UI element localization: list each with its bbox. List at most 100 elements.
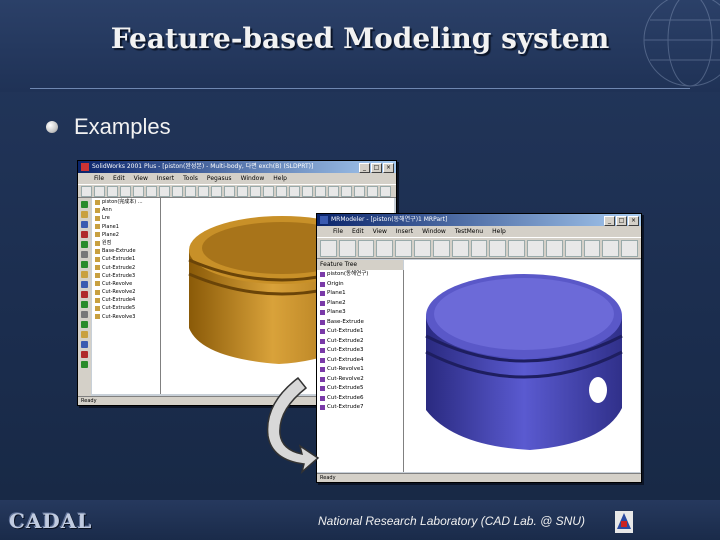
toolbar-button[interactable] — [320, 239, 337, 257]
tree-item[interactable]: Plane1 — [92, 223, 160, 231]
menu-item[interactable]: View — [134, 173, 148, 184]
tree-item[interactable]: Base-Extrude — [317, 318, 403, 328]
tree-item[interactable]: Cut-Revolve2 — [317, 375, 403, 385]
toolbar-button[interactable] — [508, 239, 526, 257]
minimize-button[interactable]: _ — [359, 163, 370, 173]
toolbar-button[interactable] — [328, 185, 339, 197]
toolbar-button[interactable] — [133, 185, 144, 197]
toolbar-button[interactable] — [224, 185, 235, 197]
menu-item[interactable]: TestMenu — [455, 226, 483, 237]
tool-icon[interactable] — [81, 321, 88, 328]
menu-item[interactable]: Tools — [183, 173, 198, 184]
menu-item[interactable]: Edit — [352, 226, 364, 237]
toolbar-button[interactable] — [621, 239, 639, 257]
toolbar-button[interactable] — [263, 185, 274, 197]
tree-item[interactable]: Cut-Extrude4 — [317, 356, 403, 366]
toolbar-button[interactable] — [395, 239, 413, 257]
toolbar-button[interactable] — [237, 185, 248, 197]
toolbar-button[interactable] — [376, 239, 394, 257]
tree-item[interactable]: Origin — [317, 280, 403, 290]
toolbar-button[interactable] — [564, 239, 582, 257]
tree-item[interactable]: 원점 — [92, 239, 160, 247]
menu-item[interactable]: Insert — [157, 173, 174, 184]
toolbar-button[interactable] — [583, 239, 601, 257]
minimize-button[interactable]: _ — [604, 216, 615, 226]
menu-item[interactable]: Insert — [396, 226, 413, 237]
toolbar-button[interactable] — [545, 239, 563, 257]
menu-item[interactable]: View — [373, 226, 387, 237]
tool-icon[interactable] — [81, 351, 88, 358]
toolbar-button[interactable] — [527, 239, 544, 257]
tree-item[interactable]: Cut-Extrude3 — [317, 346, 403, 356]
window-titlebar[interactable]: MRModeler - [piston(동해연구)1 MRPart] _ □ × — [317, 214, 641, 226]
tree-item[interactable]: Plane2 — [92, 231, 160, 239]
toolbar-button[interactable] — [81, 185, 92, 197]
tool-icon[interactable] — [81, 301, 88, 308]
toolbar-button[interactable] — [602, 239, 620, 257]
tree-item[interactable]: Cut-Revolve1 — [317, 365, 403, 375]
tree-item[interactable]: Cut-Extrude2 — [317, 337, 403, 347]
tree-item[interactable]: Plane3 — [317, 308, 403, 318]
tree-item[interactable]: Cut-Extrude2 — [92, 264, 160, 272]
menu-item[interactable]: Help — [273, 173, 287, 184]
tree-item[interactable]: Cut-Revolve — [92, 280, 160, 288]
menu-item[interactable]: Help — [492, 226, 506, 237]
tool-icon[interactable] — [81, 311, 88, 318]
toolbar-button[interactable] — [302, 185, 313, 197]
toolbar-button[interactable] — [367, 185, 378, 197]
menu-item[interactable]: Window — [241, 173, 265, 184]
toolbar-button[interactable] — [338, 239, 356, 257]
tool-icon[interactable] — [81, 281, 88, 288]
toolbar-button[interactable] — [211, 185, 222, 197]
tool-icon[interactable] — [81, 241, 88, 248]
maximize-button[interactable]: □ — [371, 163, 382, 173]
tool-icon[interactable] — [81, 341, 88, 348]
tool-icon[interactable] — [81, 291, 88, 298]
toolbar-button[interactable] — [94, 185, 105, 197]
toolbar-button[interactable] — [120, 185, 131, 197]
toolbar-button[interactable] — [451, 239, 469, 257]
tree-item[interactable]: Lre — [92, 214, 160, 222]
menu-item[interactable]: File — [94, 173, 104, 184]
tool-icon[interactable] — [81, 231, 88, 238]
menu-item[interactable]: Edit — [113, 173, 125, 184]
tool-icon[interactable] — [81, 211, 88, 218]
tree-item[interactable]: Cut-Extrude1 — [317, 327, 403, 337]
tool-icon[interactable] — [81, 331, 88, 338]
tree-item[interactable]: Plane1 — [317, 289, 403, 299]
toolbar-button[interactable] — [489, 239, 507, 257]
model-viewport[interactable] — [404, 260, 640, 472]
tree-item[interactable]: Base-Extrude — [92, 247, 160, 255]
toolbar-button[interactable] — [354, 185, 365, 197]
toolbar-button[interactable] — [107, 185, 118, 197]
toolbar-button[interactable] — [315, 185, 326, 197]
maximize-button[interactable]: □ — [616, 216, 627, 226]
toolbar-button[interactable] — [276, 185, 287, 197]
tool-icon[interactable] — [81, 261, 88, 268]
tree-item[interactable]: Cut-Extrude5 — [317, 384, 403, 394]
window-titlebar[interactable]: SolidWorks 2001 Plus - [piston(완성본) - Mu… — [78, 161, 396, 173]
toolbar-button[interactable] — [159, 185, 170, 197]
toolbar-button[interactable] — [357, 239, 375, 257]
tool-icon[interactable] — [81, 251, 88, 258]
toolbar-button[interactable] — [380, 185, 391, 197]
toolbar-button[interactable] — [432, 239, 450, 257]
tree-item[interactable]: Ann — [92, 206, 160, 214]
tree-item[interactable]: Cut-Extrude3 — [92, 272, 160, 280]
toolbar-button[interactable] — [341, 185, 352, 197]
tree-item[interactable]: Cut-Revolve2 — [92, 288, 160, 296]
menu-item[interactable]: File — [333, 226, 343, 237]
menu-item[interactable]: Pegasus — [207, 173, 232, 184]
close-button[interactable]: × — [383, 163, 394, 173]
toolbar-button[interactable] — [289, 185, 300, 197]
toolbar-button[interactable] — [470, 239, 488, 257]
toolbar-button[interactable] — [185, 185, 196, 197]
toolbar-button[interactable] — [414, 239, 431, 257]
toolbar-button[interactable] — [146, 185, 157, 197]
menu-item[interactable]: Window — [422, 226, 446, 237]
tree-item[interactable]: piston(完成本) ... — [92, 198, 160, 206]
tree-item[interactable]: Plane2 — [317, 299, 403, 309]
tree-item[interactable]: Cut-Extrude4 — [92, 296, 160, 304]
tree-item[interactable]: Cut-Revolve3 — [92, 313, 160, 321]
tree-item[interactable]: Cut-Extrude7 — [317, 403, 403, 413]
